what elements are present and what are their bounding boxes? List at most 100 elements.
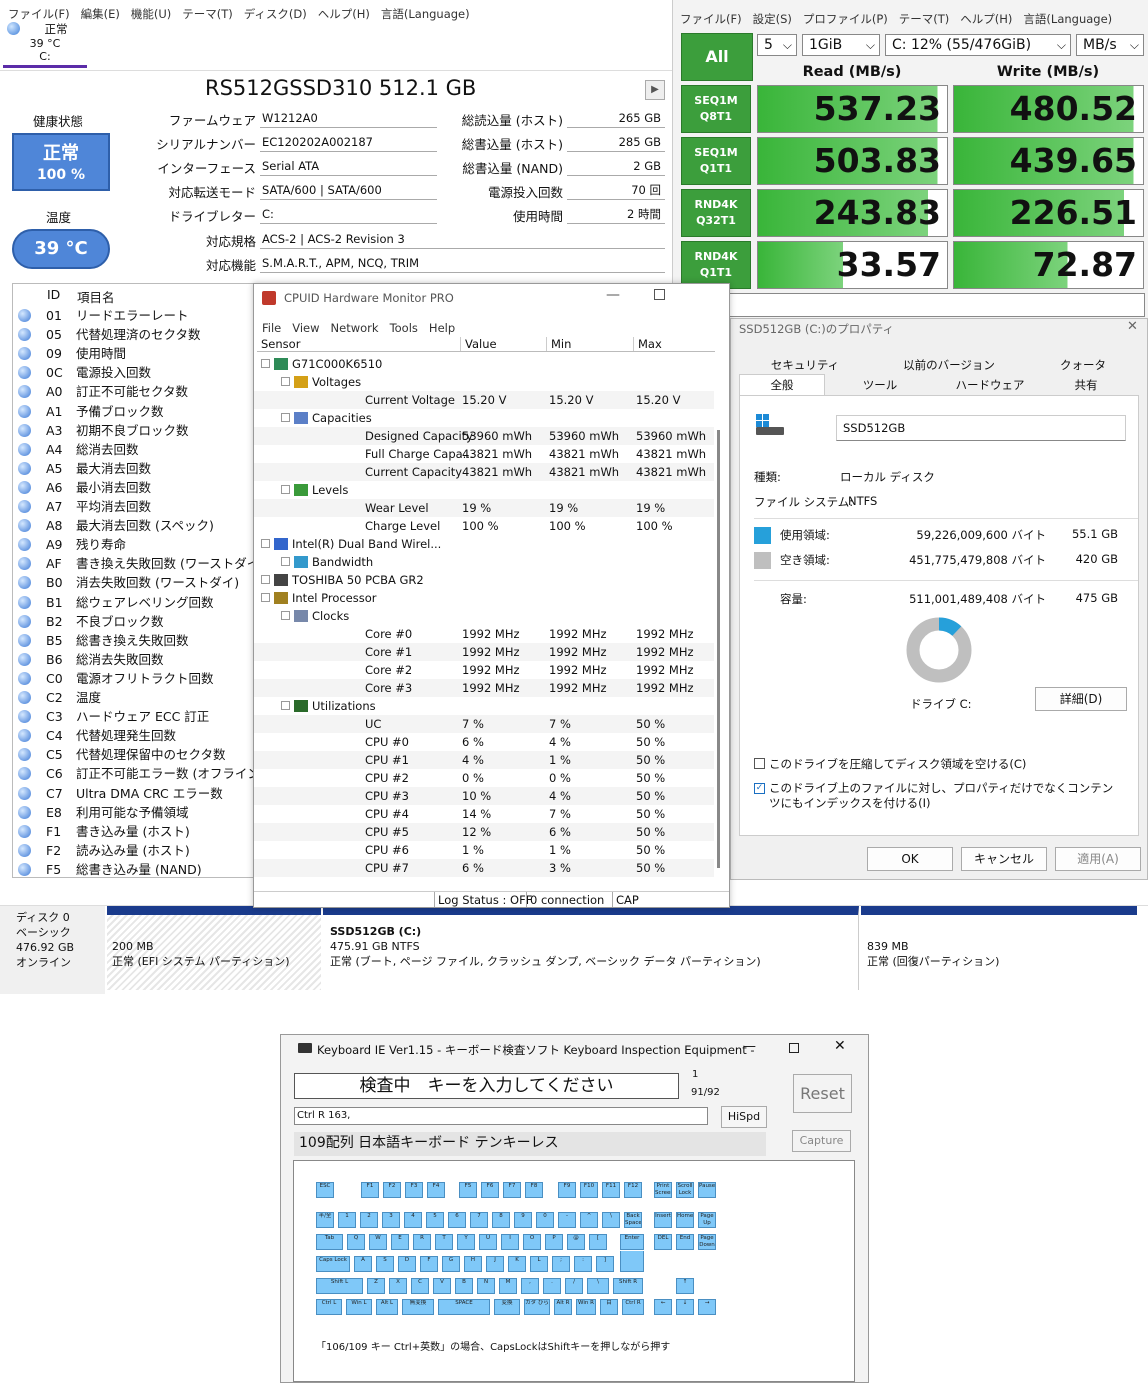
key[interactable]: 7 xyxy=(470,1212,488,1228)
smart-row[interactable]: C7 Ultra DMA CRC エラー数 xyxy=(12,784,252,803)
smart-row[interactable]: C0 電源オフリトラクト回数 xyxy=(12,669,252,688)
key[interactable]: O xyxy=(523,1234,541,1250)
expand-toggle-icon[interactable] xyxy=(281,413,290,422)
key[interactable]: F1 xyxy=(361,1182,379,1198)
key[interactable]: Alt L xyxy=(376,1299,398,1315)
hispd-button[interactable]: HiSpd xyxy=(721,1106,767,1128)
test-button[interactable]: RND4K Q32T1 xyxy=(681,189,751,237)
count-select[interactable]: 5 ⌵ xyxy=(757,34,797,56)
key[interactable]: Shift L xyxy=(316,1278,363,1294)
key[interactable]: Scroll Lock xyxy=(676,1182,694,1198)
sensor-row[interactable]: CPU #1 4 % 1 % 50 % xyxy=(254,751,714,769)
smart-row[interactable]: F5 総書き込み量 (NAND) xyxy=(12,860,252,879)
expand-toggle-icon[interactable] xyxy=(261,593,270,602)
key[interactable]: K xyxy=(508,1256,526,1272)
smart-row[interactable]: F2 読み込み量 (ホスト) xyxy=(12,841,252,860)
key[interactable]: Pause xyxy=(698,1182,716,1198)
sensor-row[interactable]: CPU #6 1 % 1 % 50 % xyxy=(254,841,714,859)
compress-checkbox[interactable] xyxy=(754,758,765,769)
smart-row[interactable]: C5 代替処理保留中のセクタ数 xyxy=(12,745,252,764)
key[interactable]: Win L xyxy=(346,1299,372,1315)
key[interactable]: F8 xyxy=(525,1182,543,1198)
key[interactable]: End xyxy=(676,1234,694,1250)
test-button[interactable]: SEQ1M Q8T1 xyxy=(681,85,751,133)
test-button[interactable]: SEQ1M Q1T1 xyxy=(681,137,751,185)
expand-toggle-icon[interactable] xyxy=(281,611,290,620)
smart-row[interactable]: 0C 電源投入回数 xyxy=(12,363,252,382)
smart-row[interactable]: B0 消去失敗回数 (ワーストダイ) xyxy=(12,573,252,592)
key[interactable]: I xyxy=(501,1234,519,1250)
sensor-row[interactable]: G71C000K6510 xyxy=(254,355,714,373)
close-icon[interactable]: ✕ xyxy=(1127,319,1138,334)
key[interactable]: Y xyxy=(457,1234,475,1250)
sensor-row[interactable]: Core #2 1992 MHz 1992 MHz 1992 MHz xyxy=(254,661,714,679)
expand-toggle-icon[interactable] xyxy=(281,701,290,710)
smart-row[interactable]: A3 初期不良ブロック数 xyxy=(12,421,252,440)
sensor-row[interactable]: Intel(R) Dual Band Wirel... xyxy=(254,535,714,553)
key[interactable]: ← xyxy=(654,1299,672,1315)
key[interactable]: E xyxy=(391,1234,409,1250)
hwm-menu-help[interactable]: Help xyxy=(429,321,455,335)
tab-hardware[interactable]: ハードウェア xyxy=(935,375,1045,395)
key[interactable]: Z xyxy=(367,1278,385,1294)
expand-toggle-icon[interactable] xyxy=(281,485,290,494)
expand-toggle-icon[interactable] xyxy=(261,539,270,548)
close-icon[interactable]: ✕ xyxy=(834,1038,846,1054)
key[interactable]: G xyxy=(442,1256,460,1272)
key[interactable]: Q xyxy=(347,1234,365,1250)
cdi-menu-language[interactable]: 言語(Language) xyxy=(381,6,470,22)
key[interactable]: [ xyxy=(589,1234,607,1250)
key[interactable]: Tab xyxy=(316,1234,343,1250)
key[interactable]: 無変換 xyxy=(402,1299,434,1315)
apply-button[interactable]: 適用(A) xyxy=(1055,847,1141,871)
key[interactable]: X xyxy=(389,1278,407,1294)
key[interactable]: 2 xyxy=(360,1212,378,1228)
key[interactable]: Back Space xyxy=(624,1212,642,1228)
smart-row[interactable]: A0 訂正不可能セクタ数 xyxy=(12,382,252,401)
key[interactable]: R xyxy=(413,1234,431,1250)
key[interactable]: \ xyxy=(587,1278,609,1294)
smart-row[interactable]: E8 利用可能な予備領域 xyxy=(12,803,252,822)
capture-button[interactable]: Capture xyxy=(792,1130,851,1152)
smart-row[interactable]: A1 予備ブロック数 xyxy=(12,402,252,421)
tab-tools[interactable]: ツール xyxy=(825,375,935,395)
all-button[interactable]: All xyxy=(681,33,753,81)
cdi-menu-function[interactable]: 機能(U) xyxy=(131,6,171,22)
key[interactable]: F2 xyxy=(383,1182,401,1198)
col-value[interactable]: Value xyxy=(460,337,497,351)
smart-row[interactable]: A6 最小消去回数 xyxy=(12,478,252,497)
key[interactable]: → xyxy=(698,1299,716,1315)
smart-row[interactable]: C4 代替処理発生回数 xyxy=(12,726,252,745)
maximize-icon[interactable] xyxy=(654,289,665,300)
expand-toggle-icon[interactable] xyxy=(281,557,290,566)
size-select[interactable]: 1GiB ⌵ xyxy=(802,34,880,56)
key[interactable]: 0 xyxy=(536,1212,554,1228)
key[interactable]: H xyxy=(464,1256,482,1272)
tab-quota[interactable]: クォータ xyxy=(1029,355,1137,375)
key[interactable]: J xyxy=(486,1256,504,1272)
key[interactable]: Alt R xyxy=(554,1299,572,1315)
col-min[interactable]: Min xyxy=(546,337,571,351)
key[interactable]: 半/全 xyxy=(316,1212,334,1228)
cancel-button[interactable]: キャンセル xyxy=(961,847,1047,871)
key[interactable]: ; xyxy=(552,1256,570,1272)
sensor-row[interactable]: Core #3 1992 MHz 1992 MHz 1992 MHz xyxy=(254,679,714,697)
tab-sharing[interactable]: 共有 xyxy=(1045,375,1127,395)
expand-toggle-icon[interactable] xyxy=(261,359,270,368)
key[interactable]: F9 xyxy=(558,1182,576,1198)
smart-row[interactable]: B1 総ウェアレベリング回数 xyxy=(12,593,252,612)
sensor-row[interactable]: TOSHIBA 50 PCBA GR2 xyxy=(254,571,714,589)
sensor-row[interactable]: CPU #3 10 % 4 % 50 % xyxy=(254,787,714,805)
hwm-menu-tools[interactable]: Tools xyxy=(390,321,418,335)
key[interactable]: P xyxy=(545,1234,563,1250)
smart-row[interactable]: A9 残り寿命 xyxy=(12,535,252,554)
sensor-row[interactable]: Clocks xyxy=(254,607,714,625)
key[interactable]: SPACE xyxy=(438,1299,490,1315)
maximize-icon[interactable] xyxy=(789,1043,799,1053)
key[interactable]: F6 xyxy=(481,1182,499,1198)
key[interactable]: U xyxy=(479,1234,497,1250)
cdi-menu-disk[interactable]: ディスク(D) xyxy=(244,6,307,22)
enter-key-extension[interactable] xyxy=(620,1251,644,1272)
key[interactable]: @ xyxy=(567,1234,585,1250)
sensor-row[interactable]: CPU #7 6 % 3 % 50 % xyxy=(254,859,714,877)
